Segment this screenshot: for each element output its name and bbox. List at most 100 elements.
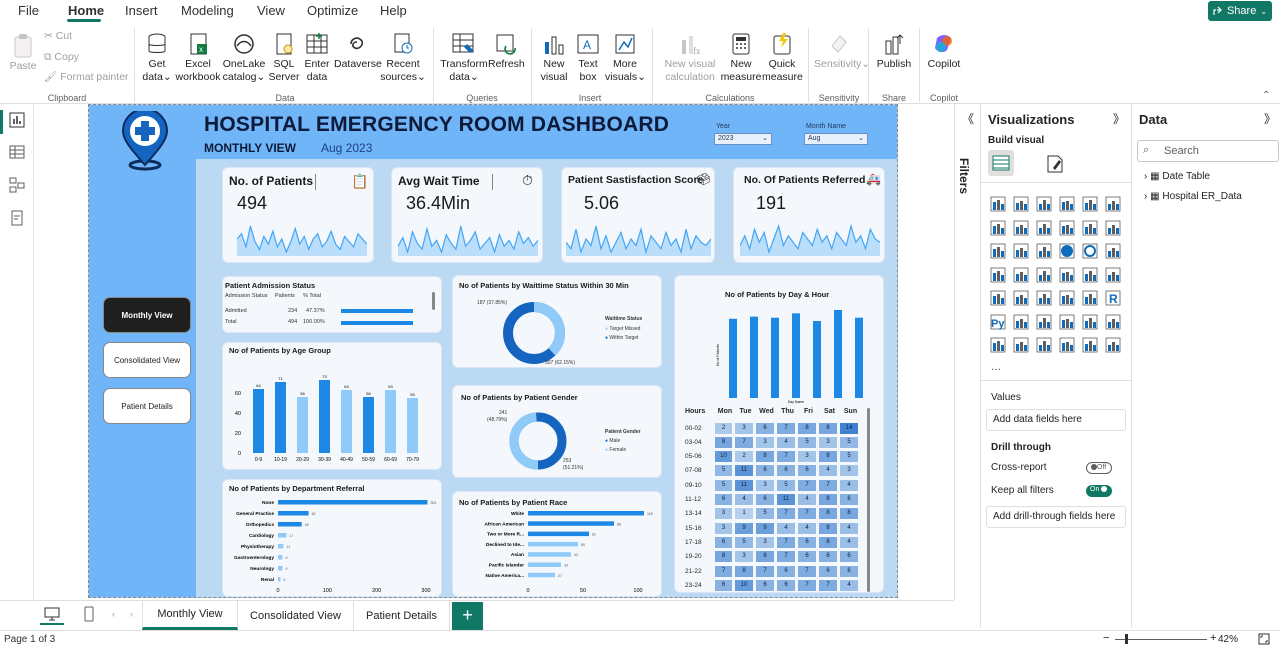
waittime-donut-chart[interactable]: No of Patients by Waittime Status Within…	[452, 275, 662, 368]
stacked-bar-icon[interactable]	[990, 196, 1006, 212]
qa-icon[interactable]	[1059, 314, 1075, 330]
area-chart-icon[interactable]	[1013, 220, 1029, 236]
goals-icon[interactable]	[1105, 314, 1121, 330]
add-page-button[interactable]: +	[452, 602, 483, 630]
matrix-icon[interactable]	[1082, 290, 1098, 306]
zoom-out-icon[interactable]: −	[1103, 632, 1109, 644]
copy-button[interactable]: ⧉ Copy	[44, 51, 79, 64]
month-slicer[interactable]: Aug ⌄	[804, 133, 868, 145]
stacked-column-icon[interactable]	[1013, 196, 1029, 212]
card-icon[interactable]	[1105, 267, 1121, 283]
tab-consolidated-view[interactable]: Consolidated View	[238, 601, 354, 630]
model-view-icon[interactable]	[9, 177, 25, 193]
format-visual-icon[interactable]	[1045, 154, 1065, 174]
more-visual-b-icon[interactable]	[1082, 337, 1098, 353]
text-box-button[interactable]: A Text box	[571, 32, 605, 84]
year-slicer[interactable]: 2023 ⌄	[714, 133, 772, 145]
more-visual-a-icon[interactable]	[1059, 337, 1075, 353]
filters-pane[interactable]: 《 Filters	[954, 104, 980, 600]
nav-patient-details-button[interactable]: Patient Details	[103, 388, 191, 424]
table-icon[interactable]	[1059, 290, 1075, 306]
multirow-card-icon[interactable]	[990, 290, 1006, 306]
new-visual-calculation-button[interactable]: fx New visual calculation	[660, 32, 720, 84]
kpi-card-referred[interactable]: No. Of Patients Referred 🚑 191	[733, 167, 885, 263]
drill-through-well[interactable]: Add drill-through fields here	[986, 506, 1126, 528]
report-view-icon[interactable]	[9, 112, 25, 128]
age-group-chart[interactable]: No of Patients by Age Group 0 20 40 60 64 0-9…	[222, 342, 442, 470]
more-visual-c-icon[interactable]	[1105, 337, 1121, 353]
power-automate-icon[interactable]	[1036, 337, 1052, 353]
expand-icon[interactable]: 》	[1264, 110, 1276, 127]
map-icon[interactable]	[990, 267, 1006, 283]
ribbon-chart-icon[interactable]	[1105, 220, 1121, 236]
line-clustered-icon[interactable]	[1082, 220, 1098, 236]
100-bar-icon[interactable]	[1082, 196, 1098, 212]
shape-map-icon[interactable]	[1036, 267, 1052, 283]
kpi-card-wait-time[interactable]: Avg Wait Time ⏱ 36.4Min	[391, 167, 543, 263]
build-visual-tab[interactable]	[988, 150, 1014, 176]
quick-measure-button[interactable]: Quick measure	[762, 32, 803, 84]
sql-server-button[interactable]: SQL Server	[266, 32, 302, 84]
waterfall-icon[interactable]	[990, 243, 1006, 259]
stacked-area-icon[interactable]	[1036, 220, 1052, 236]
paginated-icon[interactable]	[990, 337, 1006, 353]
share-button[interactable]: Share ⌄	[1208, 1, 1272, 21]
department-referral-chart[interactable]: No of Patients by Department Referral No…	[222, 479, 442, 597]
onelake-catalog-button[interactable]: OneLake catalog⌄	[222, 32, 266, 84]
refresh-button[interactable]: Refresh	[488, 32, 525, 71]
menu-file[interactable]: File	[18, 3, 39, 18]
table-view-icon[interactable]	[9, 144, 25, 160]
dataverse-button[interactable]: Dataverse	[334, 32, 382, 71]
r-visual-icon[interactable]: R	[1105, 290, 1121, 306]
nav-monthly-view-button[interactable]: Monthly View	[103, 297, 191, 333]
menu-view[interactable]: View	[257, 3, 285, 18]
kpi-card-satisfaction[interactable]: Patient Sastisfaction Score 🗳 5.06	[561, 167, 715, 263]
power-apps-icon[interactable]	[1013, 337, 1029, 353]
gauge-icon[interactable]	[1082, 267, 1098, 283]
collapse-ribbon-icon[interactable]: ⌃	[1262, 90, 1270, 101]
dax-query-view-icon[interactable]	[9, 210, 25, 226]
data-table-item[interactable]: › ▦ Date Table	[1144, 171, 1210, 182]
mobile-layout-icon[interactable]	[84, 606, 94, 622]
menu-insert[interactable]: Insert	[125, 3, 158, 18]
pie-icon[interactable]	[1059, 243, 1075, 259]
line-column-icon[interactable]	[1059, 220, 1075, 236]
scrollbar[interactable]	[867, 408, 870, 592]
copilot-button[interactable]: Copilot	[924, 32, 964, 71]
day-hour-panel[interactable]: No of Patients by Day & Hour No of Patie…	[674, 275, 884, 593]
more-visuals-icon[interactable]: ...	[991, 359, 1001, 373]
data-table-item[interactable]: › ▦ Hospital ER_Data	[1144, 191, 1242, 202]
scroll-left-icon[interactable]: ‹	[112, 609, 115, 619]
admission-status-table[interactable]: Patient Admission Status Admission Statu…	[222, 276, 442, 333]
fit-to-page-icon[interactable]	[1258, 633, 1270, 645]
transform-data-button[interactable]: Transform data⌄	[440, 32, 488, 84]
zoom-slider[interactable]	[1115, 639, 1207, 640]
new-visual-button[interactable]: New visual	[537, 32, 571, 84]
publish-button[interactable]: Publish	[874, 32, 914, 71]
format-painter-button[interactable]: 🖌 Format painter	[44, 71, 129, 84]
recent-sources-button[interactable]: Recent sources⌄	[380, 32, 426, 84]
enter-data-button[interactable]: Enter data	[302, 32, 332, 84]
desktop-layout-icon[interactable]	[44, 607, 60, 621]
more-visuals-button[interactable]: More visuals⌄	[605, 32, 646, 84]
funnel-icon[interactable]	[1013, 243, 1029, 259]
scrollbar[interactable]	[432, 292, 435, 310]
keep-all-filters-toggle[interactable]: On	[1086, 485, 1112, 497]
azure-map-icon[interactable]	[1059, 267, 1075, 283]
sensitivity-button[interactable]: Sensitivity⌄	[814, 32, 870, 71]
gender-donut-chart[interactable]: No of Patients by Patient Gender 241 (48…	[452, 385, 662, 478]
donut-icon[interactable]	[1082, 243, 1098, 259]
get-data-button[interactable]: Get data⌄	[140, 32, 174, 84]
clustered-column-icon[interactable]	[1059, 196, 1075, 212]
zoom-in-icon[interactable]: +	[1210, 632, 1216, 644]
values-well[interactable]: Add data fields here	[986, 409, 1126, 431]
key-influencers-icon[interactable]	[1013, 314, 1029, 330]
new-measure-button[interactable]: New measure	[720, 32, 762, 84]
menu-optimize[interactable]: Optimize	[307, 3, 358, 18]
kpi-icon[interactable]	[1013, 290, 1029, 306]
100-column-icon[interactable]	[1105, 196, 1121, 212]
search-input[interactable]: ⌕ Search	[1137, 140, 1279, 162]
treemap-icon[interactable]	[1105, 243, 1121, 259]
zoom-slider-thumb[interactable]	[1125, 634, 1128, 644]
paste-button[interactable]: Paste	[8, 32, 38, 73]
